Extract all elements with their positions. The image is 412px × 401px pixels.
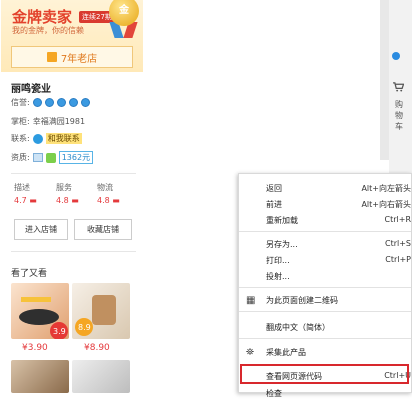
- recommendations-title: 看了又看: [11, 269, 48, 279]
- credit-diamond-icon: [44, 98, 54, 107]
- owner-name[interactable]: 幸福满园1981: [33, 116, 85, 127]
- menu-item-forward[interactable]: 前进 Alt+向右箭头: [239, 197, 411, 212]
- menu-item-collect-product[interactable]: ⛯ 采集此产品: [239, 345, 411, 360]
- menu-separator: [239, 231, 411, 232]
- menu-item-create-qr[interactable]: ▦ 为此页面创建二维码: [239, 293, 411, 308]
- gold-slogan: 我的金牌，你的信赖: [12, 26, 84, 35]
- shop-name[interactable]: 丽鸣瓷业: [11, 80, 51, 95]
- score-label: 描述: [14, 183, 30, 192]
- credit-diamond-icon: [80, 98, 90, 107]
- enter-shop-button[interactable]: 进入店铺: [14, 219, 68, 240]
- score-label: 物流: [97, 183, 113, 192]
- product-thumbnail[interactable]: 8.9: [72, 283, 130, 339]
- credit-diamond-icon: [32, 98, 42, 107]
- id-verified-icon[interactable]: [32, 153, 43, 162]
- product-thumbnail[interactable]: 3.9: [11, 283, 69, 339]
- divider: [11, 173, 136, 174]
- seller-sidebar: 金牌卖家 连续27期 我的金牌，你的信赖 金 7年老店 丽鸣瓷业 信誉: 掌柜:…: [0, 0, 143, 393]
- shop-years-badge: 7年老店: [11, 46, 133, 68]
- credit-diamond-icon: [56, 98, 66, 107]
- menu-separator: [239, 338, 411, 339]
- qualification-row: 资质: 1362元: [11, 151, 94, 164]
- score-value: 4.8 ▬: [56, 196, 79, 205]
- shop-years-text: 7年老店: [60, 53, 98, 65]
- contact-seller-link[interactable]: 和我联系: [45, 133, 82, 144]
- product-thumbnail[interactable]: [11, 360, 69, 393]
- favorite-shop-button[interactable]: 收藏店铺: [74, 219, 132, 240]
- product-image: 8.9: [75, 295, 116, 336]
- owner-row: 掌柜: 幸福满园1981: [11, 116, 85, 127]
- product-price[interactable]: ¥3.90: [22, 343, 48, 353]
- credit-row: 信誉:: [11, 97, 90, 108]
- product-price-tag: 8.9: [78, 323, 91, 332]
- context-menu: 返回 Alt+向左箭头 前进 Alt+向右箭头 重新加载 Ctrl+R 另存为... C…: [238, 173, 412, 398]
- menu-item-back[interactable]: 返回 Alt+向左箭头: [239, 181, 411, 196]
- owner-label: 掌柜:: [11, 117, 30, 126]
- menu-item-print[interactable]: 打印... Ctrl+P: [239, 253, 411, 268]
- collect-icon: ⛯: [246, 347, 254, 358]
- store-icon: [46, 52, 57, 62]
- score-value: 4.8 ▬: [97, 196, 120, 205]
- product-image: 3.9: [19, 297, 68, 339]
- contact-row: 联系: 和我联系: [11, 133, 82, 144]
- divider: [11, 251, 136, 252]
- scroll-track[interactable]: [380, 0, 389, 160]
- view-source-highlight: [240, 364, 409, 384]
- notification-dot-icon[interactable]: [392, 52, 400, 60]
- qualification-label: 资质:: [11, 153, 30, 162]
- product-thumbnail[interactable]: [72, 360, 130, 393]
- menu-item-cast[interactable]: 投射...: [239, 269, 411, 284]
- credit-label: 信誉:: [11, 98, 30, 107]
- wangwang-icon[interactable]: [32, 133, 43, 144]
- score-description: 描述 4.7 ▬: [14, 182, 54, 205]
- menu-item-reload[interactable]: 重新加载 Ctrl+R: [239, 213, 411, 228]
- product-price-tag: 3.9: [53, 327, 66, 336]
- gold-seller-title: 金牌卖家: [12, 8, 73, 26]
- qr-code-icon: ▦: [246, 295, 256, 306]
- menu-separator: [239, 287, 411, 288]
- shopping-cart-icon[interactable]: [393, 82, 404, 92]
- contact-label: 联系:: [11, 134, 30, 143]
- product-price[interactable]: ¥8.90: [84, 343, 110, 353]
- menu-item-save-as[interactable]: 另存为... Ctrl+S: [239, 237, 411, 252]
- credit-diamond-icon: [68, 98, 78, 107]
- menu-separator: [239, 311, 411, 312]
- score-logistics: 物流 4.8 ▬: [97, 182, 137, 205]
- score-label: 服务: [56, 183, 72, 192]
- menu-item-translate[interactable]: 翻成中文（简体）: [239, 320, 411, 335]
- deposit-icon[interactable]: [45, 152, 56, 163]
- menu-item-inspect[interactable]: 检查: [239, 386, 411, 401]
- deposit-amount[interactable]: 1362元: [58, 151, 94, 164]
- score-value: 4.7 ▬: [14, 196, 37, 205]
- cart-label[interactable]: 购物车: [395, 99, 405, 132]
- score-service: 服务 4.8 ▬: [56, 182, 96, 205]
